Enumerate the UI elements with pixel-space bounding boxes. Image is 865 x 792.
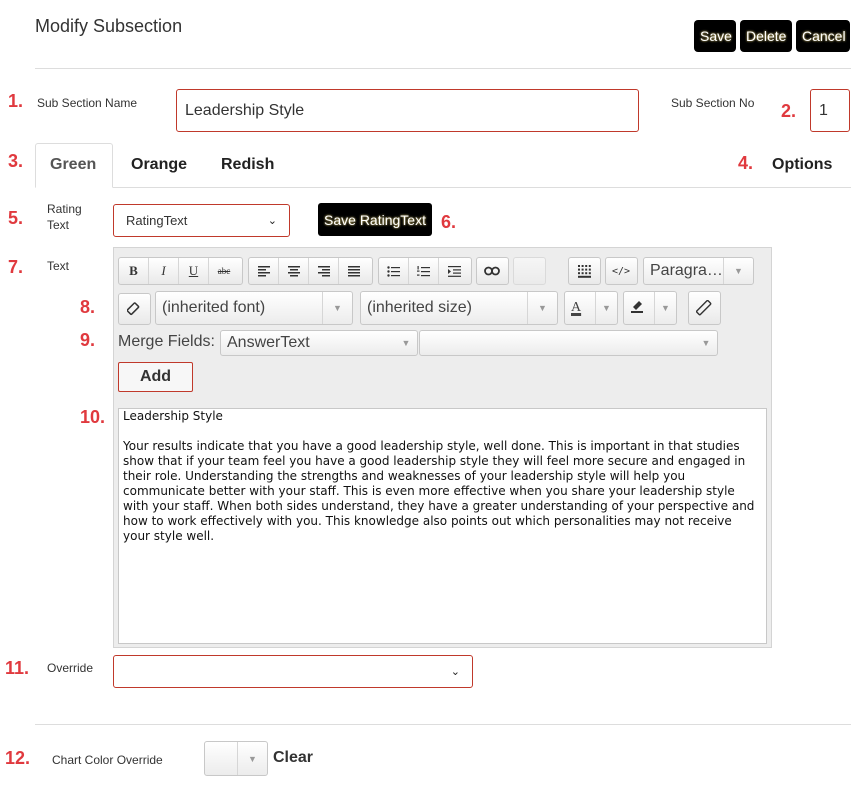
sub-section-no-input[interactable]	[810, 89, 850, 132]
source-group: </>	[605, 257, 638, 285]
tab-green[interactable]: Green	[50, 156, 96, 174]
table-group	[568, 257, 601, 285]
chevron-down-icon: ▼	[401, 338, 411, 348]
chevron-down-icon: ⌄	[267, 215, 277, 227]
eraser-group	[118, 293, 151, 325]
align-right-icon[interactable]	[309, 258, 339, 284]
marker-2: 2.	[781, 101, 797, 121]
link-icon[interactable]	[477, 258, 507, 284]
list-group	[378, 257, 472, 285]
rating-text-select[interactable]: RatingText ⌄	[113, 204, 290, 237]
text-style-group: B I U abc	[118, 257, 243, 285]
align-justify-icon[interactable]	[339, 258, 369, 284]
indent-icon[interactable]	[439, 258, 469, 284]
override-label: Override	[47, 661, 94, 675]
marker-9: 9.	[80, 330, 96, 350]
footer-divider	[35, 724, 851, 725]
ruler-group	[688, 291, 721, 325]
marker-8: 8.	[80, 297, 96, 317]
rating-text-label: Rating Text	[47, 202, 82, 232]
format-dropdown-value: Paragra…	[650, 262, 723, 279]
size-dropdown-value: (inherited size)	[367, 299, 472, 316]
chevron-down-icon: ▼	[237, 742, 267, 775]
align-center-icon[interactable]	[279, 258, 309, 284]
source-code-icon[interactable]: </>	[606, 258, 636, 284]
highlight-icon	[624, 299, 654, 318]
cancel-button[interactable]: Cancel	[796, 20, 850, 52]
sub-section-no-label: Sub Section No	[671, 96, 755, 110]
rating-text-selected: RatingText	[126, 213, 188, 228]
marker-6: 6.	[441, 212, 457, 232]
sub-section-name-input[interactable]	[176, 89, 639, 132]
bullet-list-icon[interactable]	[379, 258, 409, 284]
chevron-down-icon: ▼	[654, 292, 676, 324]
marker-3: 3.	[8, 151, 24, 171]
chevron-down-icon: ▼	[595, 292, 617, 324]
merge-field-select[interactable]: AnswerText ▼	[220, 330, 418, 356]
format-dropdown[interactable]: Paragra… ▼	[643, 257, 754, 285]
marker-4: 4.	[738, 153, 754, 173]
italic-icon[interactable]: I	[149, 258, 179, 284]
delete-button[interactable]: Delete	[740, 20, 792, 52]
unlink-group	[513, 257, 546, 285]
marker-1: 1.	[8, 91, 24, 111]
chart-color-override-label: Chart Color Override	[52, 753, 163, 767]
marker-5: 5.	[8, 208, 24, 228]
chart-color-picker[interactable]: ▼	[204, 741, 268, 776]
eraser-icon[interactable]	[119, 294, 149, 324]
chevron-down-icon: ▼	[527, 292, 557, 324]
unlink-icon[interactable]	[514, 258, 544, 284]
font-dropdown-value: (inherited font)	[162, 299, 266, 316]
strikethrough-icon[interactable]: abc	[209, 258, 239, 284]
sub-section-name-label: Sub Section Name	[37, 96, 138, 110]
save-rating-text-button[interactable]: Save RatingText	[318, 203, 432, 236]
chevron-down-icon: ▼	[322, 292, 352, 324]
bold-icon[interactable]: B	[119, 258, 149, 284]
font-color-icon: A	[571, 300, 582, 315]
page-title: Modify Subsection	[35, 16, 183, 36]
underline-icon[interactable]: U	[179, 258, 209, 284]
link-group	[476, 257, 509, 285]
merge-fields-label: Merge Fields:	[118, 333, 215, 350]
override-select[interactable]: ⌄	[113, 655, 473, 688]
editor-content[interactable]: Leadership Style Your results indicate t…	[118, 408, 767, 644]
tab-options[interactable]: Options	[772, 156, 832, 174]
table-icon[interactable]	[569, 258, 599, 284]
header-divider	[35, 68, 851, 69]
clear-color-link[interactable]: Clear	[273, 749, 313, 767]
content-body: Your results indicate that you have a go…	[123, 439, 755, 543]
merge-field-value: AnswerText	[227, 334, 310, 351]
marker-11: 11.	[5, 658, 30, 678]
marker-10: 10.	[80, 407, 106, 427]
alignment-group	[248, 257, 373, 285]
merge-subfield-select[interactable]: ▼	[419, 330, 718, 356]
chevron-down-icon: ▼	[723, 258, 753, 284]
highlight-dropdown[interactable]: ▼	[623, 291, 677, 325]
ruler-icon[interactable]	[689, 292, 719, 324]
tabs-divider	[35, 187, 851, 188]
add-merge-field-button[interactable]: Add	[118, 362, 193, 392]
text-label: Text	[47, 259, 70, 273]
size-dropdown[interactable]: (inherited size) ▼	[360, 291, 558, 325]
content-title: Leadership Style	[123, 409, 223, 423]
marker-12: 12.	[5, 748, 31, 768]
font-color-dropdown[interactable]: A ▼	[564, 291, 618, 325]
align-left-icon[interactable]	[249, 258, 279, 284]
tab-redish[interactable]: Redish	[221, 156, 274, 174]
save-button[interactable]: Save	[694, 20, 736, 52]
chevron-down-icon: ▼	[701, 338, 711, 348]
tab-orange[interactable]: Orange	[131, 156, 187, 174]
numbered-list-icon[interactable]	[409, 258, 439, 284]
marker-7: 7.	[8, 257, 24, 277]
font-dropdown[interactable]: (inherited font) ▼	[155, 291, 353, 325]
chevron-down-icon: ⌄	[450, 666, 460, 678]
